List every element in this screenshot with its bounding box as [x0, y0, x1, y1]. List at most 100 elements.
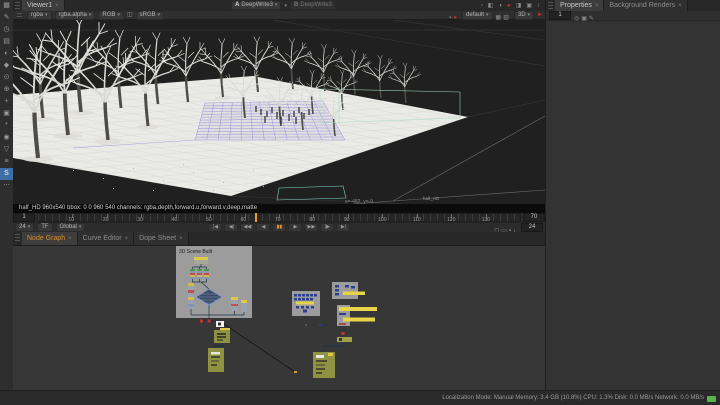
close-icon[interactable]: × — [179, 236, 183, 242]
viewport-3d[interactable]: half_HD x=-482, y=-9 — [13, 12, 546, 205]
image-icon[interactable]: ▦ — [0, 0, 13, 12]
timeline-tick: 40 — [172, 214, 177, 223]
zoom-lock-icon[interactable]: ▫ — [481, 2, 483, 10]
buffer-a-select[interactable]: A DeepWrite3 ▾ — [231, 1, 282, 10]
camera-select[interactable]: default ▾ — [461, 10, 493, 20]
camera-gizmo[interactable] — [276, 185, 347, 201]
camera-node[interactable] — [194, 257, 208, 264]
dot-node[interactable] — [200, 319, 203, 323]
node-graph-canvas[interactable]: 3D Scene Built — [13, 245, 545, 390]
node-group-1[interactable] — [292, 291, 320, 316]
goto-start-button[interactable]: |◀ — [208, 223, 223, 232]
pin-icon[interactable]: ◎ — [574, 16, 579, 22]
close-icon[interactable]: × — [678, 3, 682, 9]
frame-slider-row: 1 10 20 30 40 50 60 70 80 90 100 110 120 130 70 — [13, 213, 545, 223]
merge-icon[interactable]: ⊕ — [0, 84, 13, 96]
layer-select[interactable]: rgba ▾ — [27, 10, 52, 20]
tab-background-renders[interactable]: Background Renders × — [604, 0, 688, 11]
play-backward-button[interactable]: ◀◀ — [240, 223, 255, 232]
fps-select[interactable]: 24 ▾ — [15, 223, 35, 232]
dot-node[interactable] — [207, 319, 211, 323]
tab-curve-editor[interactable]: Curve Editor × — [77, 232, 135, 245]
axis-stack-node[interactable] — [188, 283, 194, 309]
write-node-b[interactable] — [208, 348, 224, 372]
goto-end-button[interactable]: ▶| — [336, 223, 351, 232]
prev-keyframe-button[interactable]: ◀| — [224, 223, 239, 232]
update-icon[interactable]: ◨ — [516, 2, 522, 10]
tab-viewer1[interactable]: Viewer1 × — [22, 0, 65, 11]
scene-3d: half_HD x=-482, y=-9 — [13, 12, 546, 205]
toolsets-icon[interactable]: S — [0, 168, 13, 180]
status-text: Localization Mode: Manual Memory: 3.4 GB… — [442, 395, 704, 401]
close-icon[interactable]: × — [68, 236, 72, 242]
color-icon[interactable]: ◐ — [0, 48, 13, 60]
lock-panel-icon[interactable]: ▣ — [581, 16, 587, 22]
selected-node[interactable] — [216, 321, 224, 327]
frame-slider[interactable]: 10 20 30 40 50 60 70 80 90 100 110 120 130 — [37, 213, 521, 223]
switch-node[interactable] — [337, 337, 352, 342]
next-keyframe-button[interactable]: |▶ — [320, 223, 335, 232]
end-frame-field[interactable]: 70 — [523, 213, 545, 222]
metadata-icon[interactable]: ≡ — [0, 156, 13, 168]
range-mode-value: Global — [59, 224, 77, 230]
viewer-process-select[interactable]: sRGB ▾ — [135, 10, 165, 20]
timeline-tick: 100 — [378, 214, 387, 223]
pane-grip[interactable] — [15, 234, 20, 243]
write-node-c[interactable] — [313, 352, 335, 378]
filter-icon[interactable]: ◆ — [0, 60, 13, 72]
edit-icon[interactable]: ✎ — [589, 16, 594, 22]
dot-node-orange[interactable] — [294, 371, 297, 373]
backdrop-3d-scene[interactable] — [176, 246, 252, 318]
close-icon[interactable]: × — [55, 3, 59, 9]
view-mode-select[interactable]: 3D ▾ — [513, 10, 535, 20]
3d-icon[interactable]: ▣ — [0, 108, 13, 120]
readgeo-nodes[interactable] — [190, 269, 209, 279]
step-forward-button[interactable]: ▶ — [288, 223, 303, 232]
buffer-b-select[interactable]: B DeepWrite3 — [289, 1, 336, 10]
play-forward-button[interactable]: ▶▶ — [304, 223, 319, 232]
deep-icon[interactable]: ◉ — [0, 132, 13, 144]
roi-icon[interactable]: ▣ — [526, 2, 532, 10]
node-group-3[interactable] — [337, 305, 377, 326]
close-icon[interactable]: × — [125, 236, 129, 242]
properties-pane: Properties × Background Renders × 1 ◎ ▣ ✎ — [545, 0, 720, 390]
playhead[interactable] — [254, 213, 257, 222]
dot-node[interactable] — [305, 324, 307, 326]
tab-label: Background Renders — [609, 2, 676, 9]
dot-node[interactable] — [341, 332, 345, 335]
flag-icon[interactable]: ► — [537, 11, 543, 19]
step-back-button[interactable]: ◀ — [256, 223, 271, 232]
tab-node-graph[interactable]: Node Graph × — [22, 232, 78, 245]
keyer-icon[interactable]: ⊙ — [0, 72, 13, 84]
current-frame-field[interactable]: 1 — [13, 213, 35, 222]
draw-icon[interactable]: ✎ — [0, 12, 13, 24]
time-icon[interactable]: ◷ — [0, 24, 13, 36]
pane-grip[interactable] — [548, 2, 553, 9]
render-node-a[interactable] — [214, 328, 230, 343]
viewer-toolbar: rgba ▾ rgba.alpha ▾ RGB ▾ ◫ sRGB ▾ ▪ ● defaul… — [13, 10, 545, 21]
range-mode-select[interactable]: Global ▾ — [55, 223, 86, 232]
tab-dope-sheet[interactable]: Dope Sheet × — [134, 232, 189, 245]
stop-button[interactable]: ▮▮ — [272, 223, 287, 232]
alpha-select[interactable]: rgba.alpha ▾ — [54, 10, 96, 20]
views-icon[interactable]: ▽ — [0, 144, 13, 156]
buffer-a-value: DeepWrite3 — [241, 2, 273, 8]
pane-grip[interactable] — [15, 2, 20, 9]
other-icon[interactable]: ⋯ — [0, 180, 13, 192]
particles-icon[interactable]: * — [0, 120, 13, 132]
node-group-2[interactable] — [332, 282, 365, 299]
display-select[interactable]: RGB ▾ — [98, 10, 124, 20]
channel-icon[interactable]: ▤ — [0, 36, 13, 48]
toolbar-grip[interactable] — [17, 12, 22, 18]
axis-node[interactable] — [241, 300, 247, 312]
fullscreen-icon[interactable]: ↕ — [537, 2, 540, 10]
tf-toggle[interactable]: TF — [37, 223, 53, 232]
gamma-icon[interactable]: ◫ — [127, 11, 133, 19]
light-node[interactable] — [231, 297, 238, 311]
properties-count-field[interactable]: 1 — [549, 11, 571, 20]
transform-icon[interactable]: + — [0, 96, 13, 108]
wipe-icon[interactable]: ◧ — [488, 2, 494, 10]
properties-toolbar: 1 ◎ ▣ ✎ — [546, 11, 720, 22]
wipe-mode-caret[interactable]: ▾ — [284, 3, 287, 9]
dot-node[interactable] — [319, 324, 321, 326]
